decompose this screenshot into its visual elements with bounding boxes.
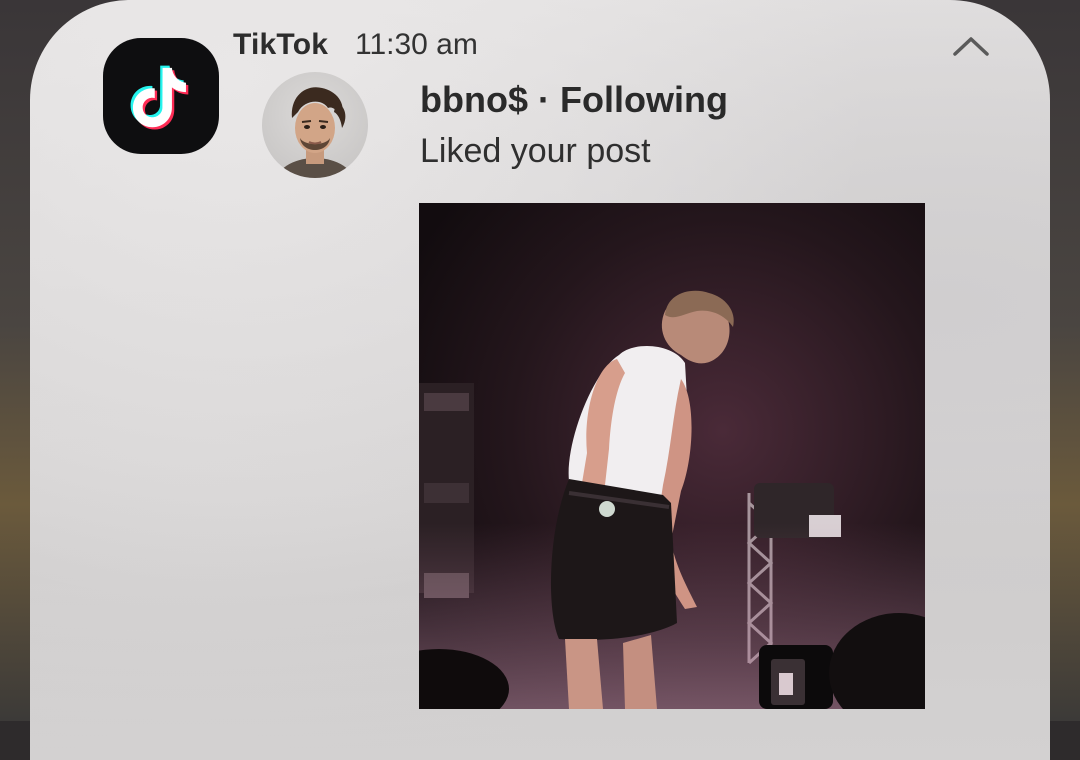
tiktok-logo-icon — [103, 38, 219, 154]
notification-body: Liked your post — [420, 132, 651, 170]
user-avatar[interactable] — [262, 72, 368, 178]
notification-time: 11:30 am — [355, 28, 478, 61]
post-thumbnail[interactable] — [419, 203, 925, 709]
notification-title: bbno$ · Following — [420, 79, 728, 120]
chevron-up-icon[interactable] — [950, 30, 992, 60]
notification-card[interactable]: TikTok 11:30 am bbno$ · Following Liked … — [30, 0, 1050, 760]
app-name: TikTok — [233, 28, 329, 61]
